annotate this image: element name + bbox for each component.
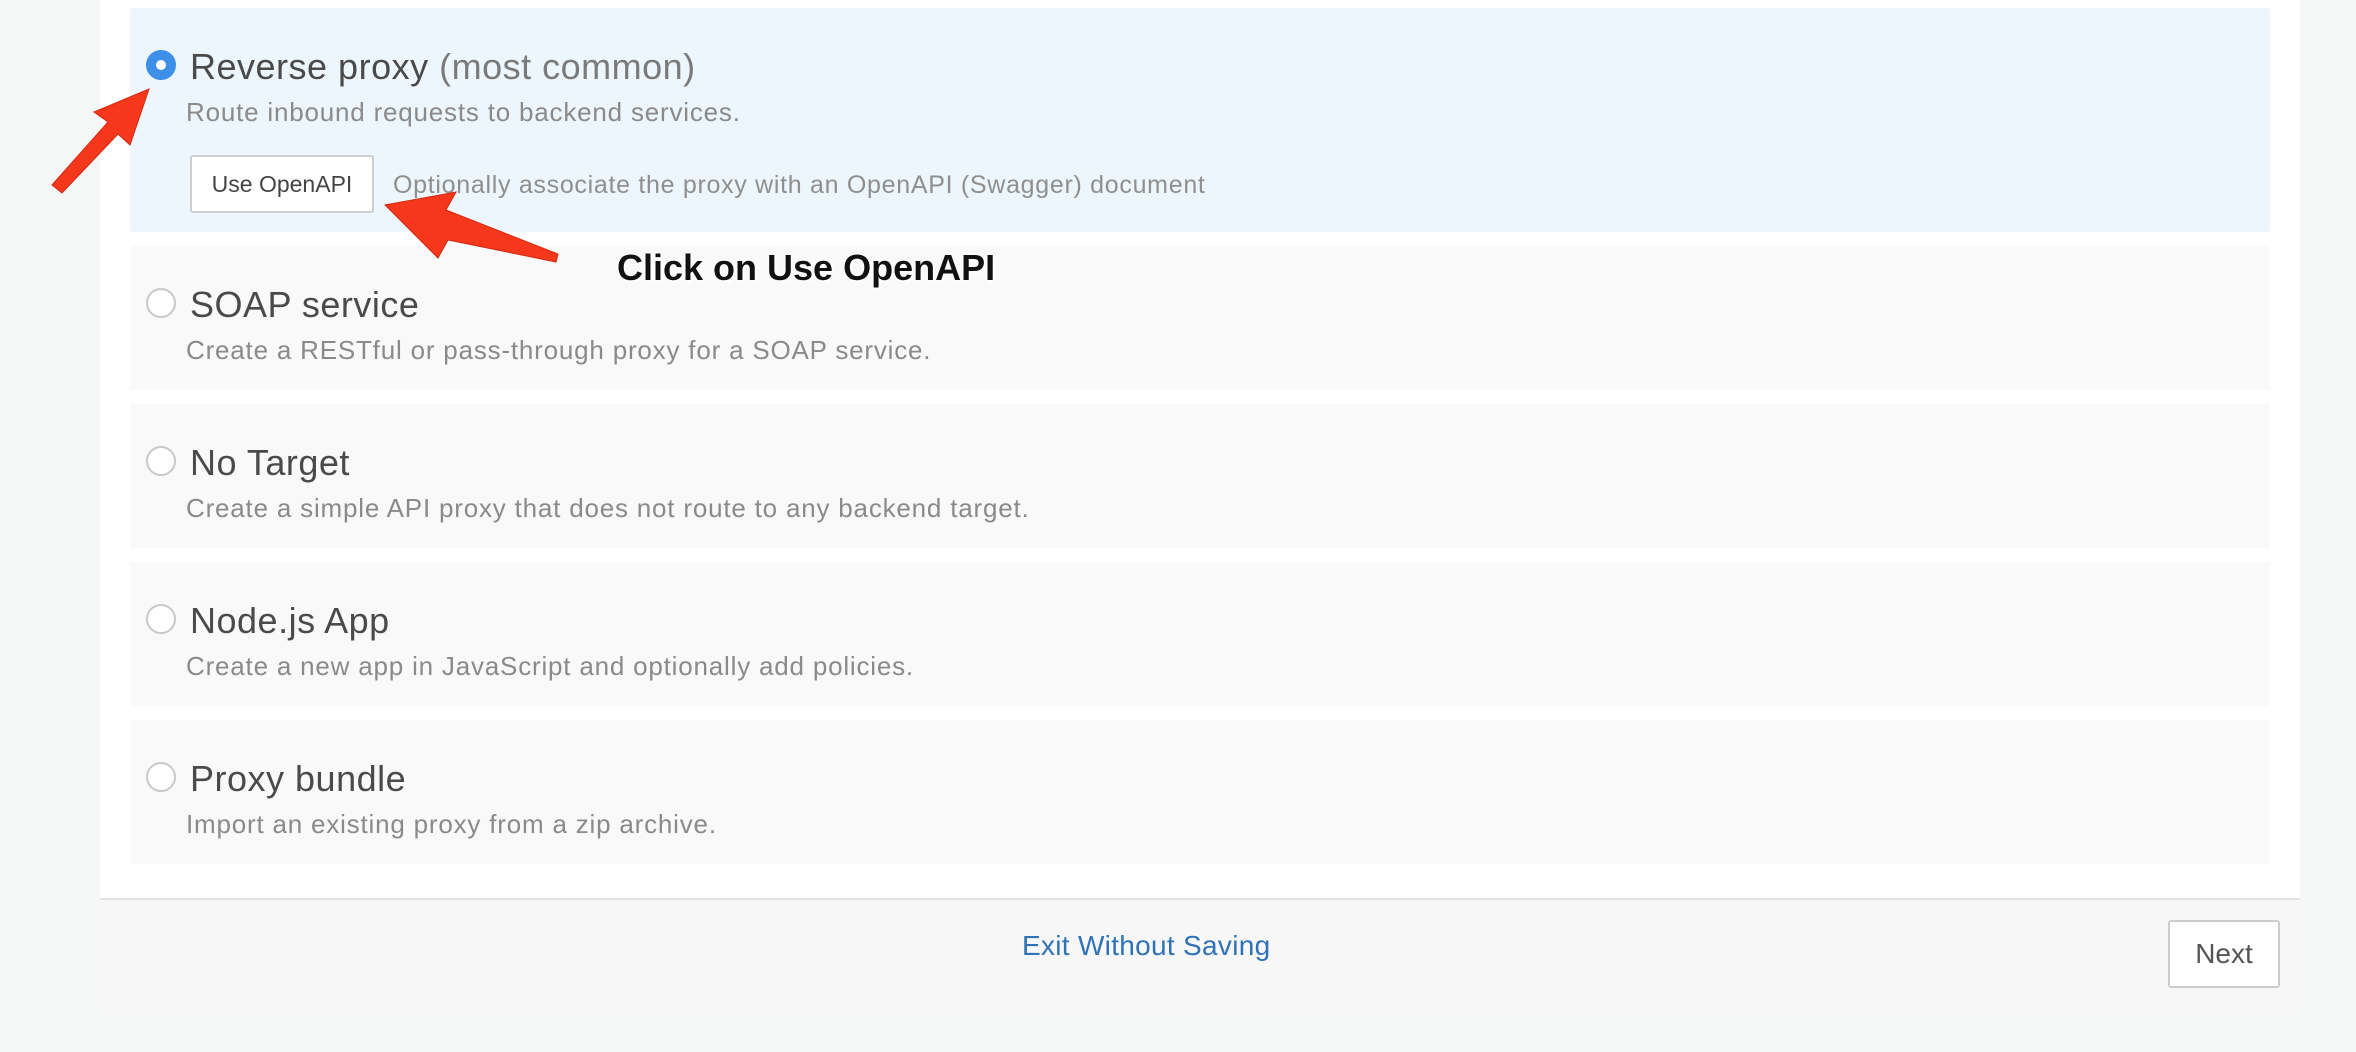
soap-service-radio[interactable] (146, 288, 176, 318)
option-proxy-bundle[interactable]: Proxy bundle Import an existing proxy fr… (130, 720, 2270, 864)
option-description: Route inbound requests to backend servic… (186, 97, 741, 127)
nodejs-app-radio[interactable] (146, 604, 176, 634)
option-reverse-proxy[interactable]: Reverse proxy (most common) Route inboun… (130, 8, 2270, 232)
next-button[interactable]: Next (2168, 920, 2280, 988)
option-description: Create a RESTful or pass-through proxy f… (186, 335, 932, 365)
option-description: Create a simple API proxy that does not … (186, 493, 1030, 523)
option-nodejs-app[interactable]: Node.js App Create a new app in JavaScri… (130, 562, 2270, 706)
option-title: Reverse proxy (most common) (190, 46, 696, 88)
reverse-proxy-radio[interactable] (146, 50, 176, 80)
option-title: Proxy bundle (190, 758, 407, 799)
option-title-suffix: (most common) (439, 46, 696, 87)
proxy-bundle-radio[interactable] (146, 762, 176, 792)
option-title-text: Reverse proxy (190, 46, 429, 87)
wizard-footer: Exit Without Saving Next (100, 898, 2300, 1010)
option-description: Import an existing proxy from a zip arch… (186, 809, 717, 839)
option-no-target[interactable]: No Target Create a simple API proxy that… (130, 404, 2270, 548)
option-title: No Target (190, 442, 350, 483)
option-title: SOAP service (190, 284, 420, 325)
option-title: Node.js App (190, 600, 390, 641)
annotation-text: Click on Use OpenAPI (617, 247, 996, 288)
use-openapi-button[interactable]: Use OpenAPI (190, 155, 374, 213)
no-target-radio[interactable] (146, 446, 176, 476)
openapi-hint: Optionally associate the proxy with an O… (393, 171, 1206, 199)
exit-without-saving-link[interactable]: Exit Without Saving (1022, 930, 1270, 962)
option-description: Create a new app in JavaScript and optio… (186, 651, 914, 681)
option-soap-service[interactable]: SOAP service Create a RESTful or pass-th… (130, 246, 2270, 390)
